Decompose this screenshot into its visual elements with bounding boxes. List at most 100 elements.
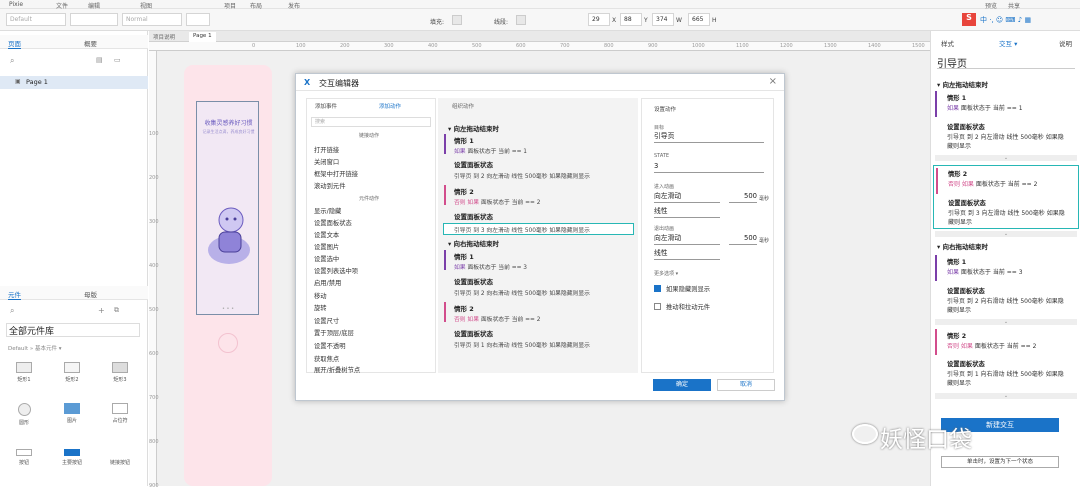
action-search-input[interactable]: 搜索 xyxy=(311,117,431,127)
w-input[interactable]: 374 xyxy=(652,13,674,26)
tab-widgets[interactable]: 元件 xyxy=(8,289,21,300)
action-title[interactable]: 设置面板状态 xyxy=(454,211,493,221)
quick-interaction-button[interactable]: 单击时，设置为下一个状态 xyxy=(941,456,1059,468)
action-detail[interactable]: 引导页 到 2 向右滑动 线性 500毫秒 如果隐藏则显示 xyxy=(454,288,590,297)
widget-rect3[interactable]: 矩形3 xyxy=(107,362,133,384)
widget-placeholder[interactable]: 占位符 xyxy=(107,403,133,425)
widget-image[interactable]: 图片 xyxy=(59,403,85,425)
action-set-text[interactable]: 设置文本 xyxy=(314,230,339,239)
interaction-card[interactable]: 情形 2 否则 如果 面板状态于 当前 == 2 设置面板状态 引导页 到 1 … xyxy=(933,327,1079,391)
action-detail-selected[interactable]: 引导页 到 3 向左滑动 线性 500毫秒 如果隐藏则显示 xyxy=(454,225,590,234)
action-open-in-frame[interactable]: 框架中打开链接 xyxy=(314,169,358,178)
action-title[interactable]: 设置面板状态 xyxy=(454,276,493,286)
interaction-card[interactable]: 情形 1 如果 面板状态于 当前 == 1 设置面板状态 引导页 到 2 向左滑… xyxy=(933,89,1079,153)
show-if-hidden-checkbox[interactable] xyxy=(654,285,661,292)
widget-circle[interactable]: 圆形 xyxy=(11,403,37,426)
tab-pages[interactable]: 页面 xyxy=(8,38,21,49)
font-size-select[interactable] xyxy=(186,13,210,26)
exit-ease-select[interactable]: 线性 xyxy=(654,248,720,260)
enter-ease-select[interactable]: 线性 xyxy=(654,206,720,218)
h-input[interactable]: 665 xyxy=(688,13,710,26)
tab-interactions[interactable]: 交互 ▾ xyxy=(999,38,1017,48)
event-left-drag-end[interactable]: ▾ 向左拖动结束时 xyxy=(937,79,988,89)
tab-add-action[interactable]: 添加动作 xyxy=(379,102,401,110)
action-open-link[interactable]: 打开链接 xyxy=(314,145,339,154)
action-focus[interactable]: 获取焦点 xyxy=(314,354,339,363)
exit-duration-input[interactable]: 500 xyxy=(729,233,757,245)
action-detail[interactable]: 引导页 到 1 向右滑动 线性 500毫秒 如果隐藏则显示 xyxy=(454,340,590,349)
action-set-size[interactable]: 设置尺寸 xyxy=(314,316,339,325)
event-left-drag-end[interactable]: ▾ 向左拖动结束时 xyxy=(448,123,499,133)
case-title[interactable]: 情形 2 xyxy=(454,303,474,313)
action-set-list-selected[interactable]: 设置列表选中项 xyxy=(314,266,358,275)
x-input[interactable]: 29 xyxy=(588,13,610,26)
widget-search-icon[interactable]: ⌕ xyxy=(10,306,14,316)
action-move[interactable]: 移动 xyxy=(314,291,327,300)
ok-button[interactable]: 确定 xyxy=(653,379,711,391)
action-title[interactable]: 设置面板状态 xyxy=(454,328,493,338)
action-set-panel-state[interactable]: 设置面板状态 xyxy=(314,218,352,227)
event-right-drag-end[interactable]: ▾ 向右拖动结束时 xyxy=(937,241,988,251)
action-expand-tree[interactable]: 展开/折叠树节点 xyxy=(314,365,360,374)
widget-button[interactable]: 按钮 xyxy=(11,449,37,471)
state-select[interactable]: 3 xyxy=(654,161,764,173)
close-icon[interactable]: × xyxy=(769,76,777,87)
dynamic-panel-guide[interactable]: 收集灵感养好习惯 记录生活点滴，养成良好习惯 • • • xyxy=(196,101,259,315)
font-style-select[interactable] xyxy=(70,13,118,26)
push-pull-label[interactable]: 推动和拉动元件 xyxy=(666,302,710,311)
event-right-drag-end[interactable]: ▾ 向右拖动结束时 xyxy=(448,238,499,248)
action-rotate[interactable]: 旋转 xyxy=(314,303,327,312)
add-folder-icon[interactable]: ▭ xyxy=(114,56,121,64)
tab-page1[interactable]: Page 1 xyxy=(189,32,216,42)
tab-notes[interactable]: 说明 xyxy=(1059,38,1072,48)
add-library-icon[interactable]: + xyxy=(98,306,105,315)
tab-outline[interactable]: 概要 xyxy=(84,38,97,48)
more-options-toggle[interactable]: 更多选项 ▾ xyxy=(654,270,678,277)
widget-link-button[interactable]: 链接按钮 xyxy=(107,449,133,471)
action-show-hide[interactable]: 显示/隐藏 xyxy=(314,206,341,215)
push-pull-checkbox[interactable] xyxy=(654,303,661,310)
tab-add-event[interactable]: 添加事件 xyxy=(315,102,337,110)
line-swatch[interactable] xyxy=(516,15,526,25)
phone-artboard[interactable]: 收集灵感养好习惯 记录生活点滴，养成良好习惯 • • • xyxy=(184,65,272,486)
font-weight-select[interactable]: Normal xyxy=(122,13,182,26)
fill-swatch[interactable] xyxy=(452,15,462,25)
action-set-opacity[interactable]: 设置不透明 xyxy=(314,341,345,350)
action-close-window[interactable]: 关闭窗口 xyxy=(314,157,339,166)
interaction-card[interactable]: 情形 1 如果 面板状态于 当前 == 3 设置面板状态 引导页 到 2 向右滑… xyxy=(933,253,1079,317)
tab-project-notes[interactable]: 项目说明 xyxy=(149,32,179,42)
tab-masters[interactable]: 母版 xyxy=(84,289,97,299)
cancel-button[interactable]: 取消 xyxy=(717,379,775,391)
widget-primary-button[interactable]: 主要按钮 xyxy=(59,449,85,471)
ime-icon[interactable]: S xyxy=(962,13,976,26)
action-bring-front-back[interactable]: 置于顶层/底层 xyxy=(314,328,354,337)
interaction-card-selected[interactable]: 情形 2 否则 如果 面板状态于 当前 == 2 设置面板状态 引导页 到 3 … xyxy=(933,165,1079,229)
action-title[interactable]: 设置面板状态 xyxy=(454,159,493,169)
action-detail[interactable]: 引导页 到 2 向左滑动 线性 500毫秒 如果隐藏则显示 xyxy=(454,171,590,180)
exit-anim-select[interactable]: 向左滑动 xyxy=(654,233,720,245)
widget-rect2[interactable]: 矩形2 xyxy=(59,362,85,384)
tab-style[interactable]: 样式 xyxy=(941,38,954,48)
search-icon[interactable]: ⌕ xyxy=(10,56,14,66)
y-input[interactable]: 88 xyxy=(620,13,642,26)
action-set-image[interactable]: 设置图片 xyxy=(314,242,339,251)
library-select[interactable]: 全部元件库 xyxy=(6,323,140,337)
action-enable-disable[interactable]: 启用/禁用 xyxy=(314,278,341,287)
enter-anim-select[interactable]: 向左滑动 xyxy=(654,191,720,203)
widget-name-input[interactable]: 引导页 xyxy=(937,55,1075,70)
font-family-select[interactable]: Default xyxy=(6,13,66,26)
copy-library-icon[interactable]: ⧉ xyxy=(114,306,119,315)
widget-rect1[interactable]: 矩形1 xyxy=(11,362,37,384)
show-if-hidden-label[interactable]: 如果隐藏则显示 xyxy=(666,284,710,293)
enter-duration-input[interactable]: 500 xyxy=(729,191,757,203)
target-select[interactable]: 引导页 xyxy=(654,131,764,143)
library-path[interactable]: Default » 基本元件 ▾ xyxy=(8,344,61,352)
case-title[interactable]: 情形 2 xyxy=(454,186,474,196)
case-title[interactable]: 情形 1 xyxy=(454,135,474,145)
case-title[interactable]: 情形 1 xyxy=(454,251,474,261)
page-item[interactable]: ▣ Page 1 xyxy=(0,76,148,89)
add-page-icon[interactable]: ▤ xyxy=(96,56,103,64)
interaction-editor-dialog: X 交互编辑器 × 添加事件 添加动作 搜索 链接动作 打开链接 关闭窗口 框架… xyxy=(295,73,785,401)
action-set-selected[interactable]: 设置选中 xyxy=(314,254,339,263)
action-scroll-to[interactable]: 滚动到元件 xyxy=(314,181,345,190)
